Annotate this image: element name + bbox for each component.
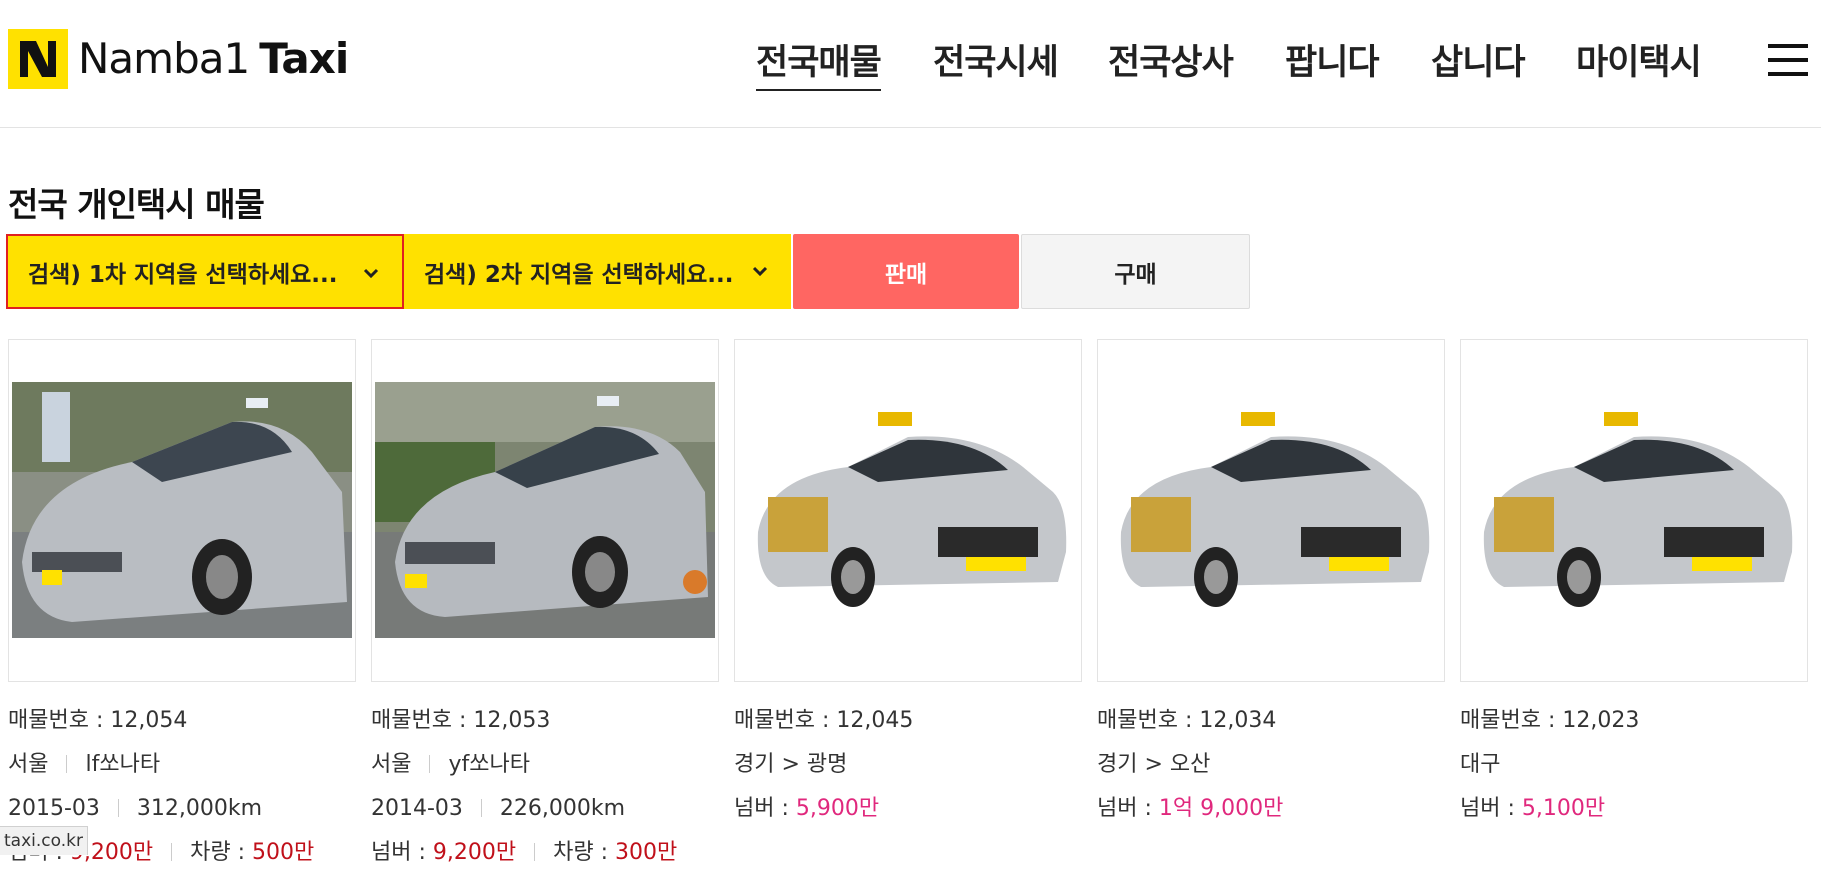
page-title: 전국 개인택시 매물 [8,185,265,224]
divider [171,843,173,861]
plate-price-label: 넘버 : [734,796,796,821]
listing-year-mileage: 2014-03 226,000km [371,798,719,842]
listing-prices: 넘버 : 9,200만 차량 : 300만 [371,842,719,886]
listing-number: 매물번호 : 12,023 [1460,708,1640,733]
listing-prices: 넘버 : 5,900만 [734,798,1082,842]
taxi-illustration-image [757,412,1067,607]
listing-info: 매물번호 : 12,023 대구 넘버 : 5,100만 [1460,710,1808,842]
listing-photo[interactable] [371,339,719,682]
listing-model: yf쏘나타 [448,752,530,777]
listing-mileage: 226,000km [499,796,626,821]
divider [534,843,536,861]
plate-price-label: 넘버 : [1460,796,1522,821]
logo-wordmark: Namba1 Taxi [78,38,349,80]
site-logo[interactable]: Namba1 Taxi [8,28,349,90]
nav-item-my-taxi[interactable]: 마이택시 [1576,34,1702,89]
region2-select-value: 검색) 2차 지역을 선택하세요... [424,261,734,288]
region2-select[interactable]: 검색) 2차 지역을 선택하세요... [404,234,791,309]
listing-number: 매물번호 : 12,045 [734,708,914,733]
listing-info: 매물번호 : 12,053 서울 yf쏘나타 2014-03 226,000km 넘… [371,710,719,886]
divider [429,755,431,773]
nav-item-national-listings[interactable]: 전국매물 [756,34,882,91]
listing-region-model: 서울 lf쏘나타 [8,754,356,798]
car-photo-image [12,382,352,638]
plate-price-label: 넘버 : [371,840,433,865]
sell-filter-button[interactable]: 판매 [793,234,1019,309]
listing-info: 매물번호 : 12,034 경기 > 오산 넘버 : 1억 9,000만 [1097,710,1445,842]
listing-photo[interactable] [1097,339,1445,682]
listing-number: 매물번호 : 12,053 [371,708,551,733]
listing-photo[interactable] [8,339,356,682]
listing-number: 매물번호 : 12,054 [8,708,188,733]
status-bar-url: taxi.co.kr [0,826,88,855]
car-price-label: 차량 : [553,840,616,865]
listing-region: 대구 [1460,752,1501,777]
listing-number: 매물번호 : 12,034 [1097,708,1277,733]
listing-card[interactable]: 매물번호 : 12,023 대구 넘버 : 5,100만 [1460,339,1808,842]
logo-n-icon [8,29,68,89]
region1-select-value: 검색) 1차 지역을 선택하세요... [28,261,338,288]
car-price: 500만 [252,840,315,865]
listing-mileage: 312,000km [136,796,263,821]
nav-item-national-dealers[interactable]: 전국상사 [1108,34,1234,89]
car-price: 300만 [615,840,678,865]
listing-card[interactable]: 매물번호 : 12,054 서울lf쏘나타 2015-03312,000km 넘… [8,339,356,886]
menu-icon[interactable] [1768,44,1808,76]
listing-info: 매물번호 : 12,054 서울lf쏘나타 2015-03312,000km 넘… [8,710,356,886]
divider [117,799,119,817]
taxi-illustration-image [1120,412,1430,607]
nav-item-buy[interactable]: 삽니다 [1431,34,1526,89]
listing-model: lf쏘나타 [85,752,161,777]
plate-price: 1억 9,000만 [1158,796,1284,821]
nav-item-national-prices[interactable]: 전국시세 [933,34,1059,89]
listing-region: 경기 > 광명 [734,752,848,777]
listing-card[interactable]: 매물번호 : 12,053 서울 yf쏘나타 2014-03 226,000km 넘… [371,339,719,886]
divider [66,755,68,773]
listing-region: 경기 > 오산 [1097,752,1211,777]
logo-text-bold: Taxi [259,34,349,83]
plate-price: 5,100만 [1521,796,1606,821]
listing-card[interactable]: 매물번호 : 12,034 경기 > 오산 넘버 : 1억 9,000만 [1097,339,1445,842]
listing-photo[interactable] [734,339,1082,682]
plate-price: 9,200만 [432,840,517,865]
listing-card[interactable]: 매물번호 : 12,045 경기 > 광명 넘버 : 5,900만 [734,339,1082,842]
buy-filter-button[interactable]: 구매 [1021,234,1250,309]
listing-prices: 넘버 : 1억 9,000만 [1097,798,1445,842]
listing-photo[interactable] [1460,339,1808,682]
site-header: Namba1 Taxi 전국매물 전국시세 전국상사 팝니다 삽니다 마이택시 [0,0,1821,128]
divider [480,799,482,817]
listing-year: 2014-03 [371,796,463,821]
listing-year: 2015-03 [8,796,100,821]
listing-region-model: 서울 yf쏘나타 [371,754,719,798]
nav-item-sell[interactable]: 팝니다 [1285,34,1380,89]
chevron-down-icon [363,268,379,279]
car-price-label: 차량 : [190,840,253,865]
region1-select[interactable]: 검색) 1차 지역을 선택하세요... [6,234,404,309]
plate-price-label: 넘버 : [1097,796,1159,821]
chevron-down-icon [752,266,768,277]
listing-region: 서울 [8,752,49,777]
plate-price: 5,900만 [795,796,880,821]
listing-prices: 넘버 : 5,100만 [1460,798,1808,842]
logo-text-regular: Namba1 [78,34,250,83]
car-photo-image [375,382,715,638]
taxi-illustration-image [1483,412,1793,607]
listing-info: 매물번호 : 12,045 경기 > 광명 넘버 : 5,900만 [734,710,1082,842]
listing-region: 서울 [371,752,412,777]
